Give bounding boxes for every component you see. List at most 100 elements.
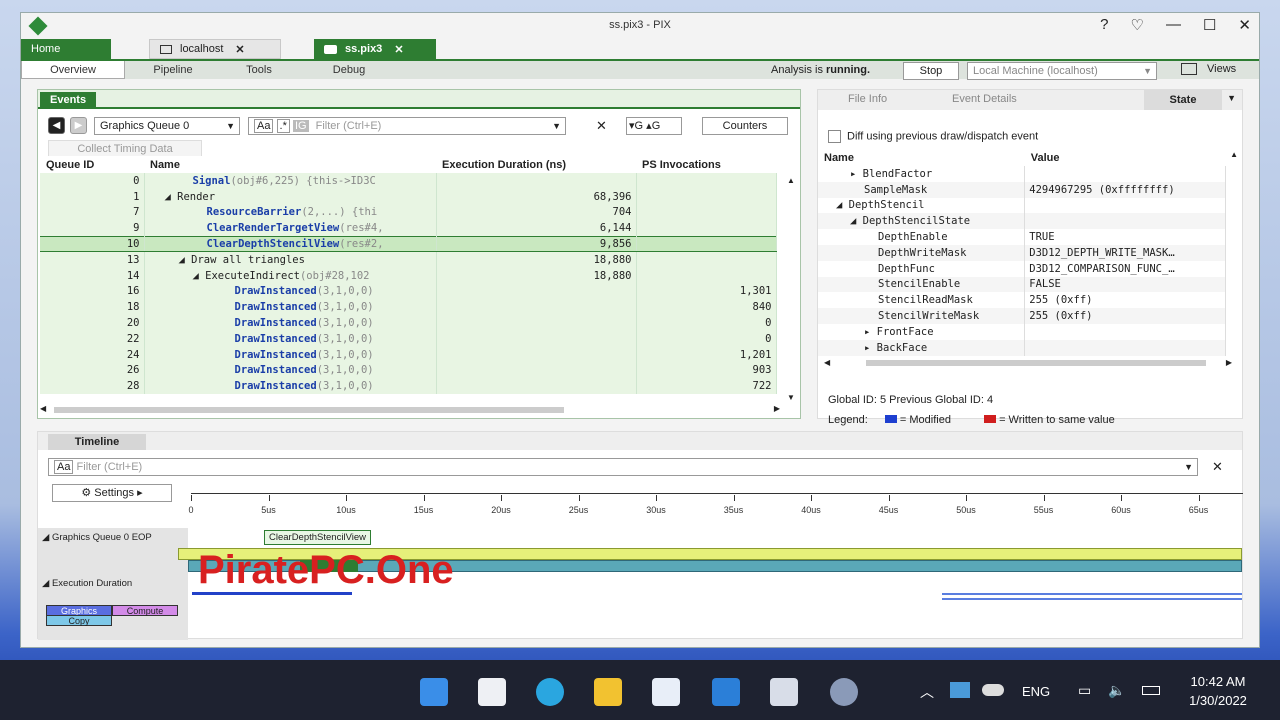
column-header-value[interactable]: Value	[1025, 150, 1226, 166]
stop-button[interactable]: Stop	[903, 62, 959, 80]
chevron-down-icon: ▼	[1184, 462, 1193, 472]
clear-timeline-filter-icon[interactable]: ✕	[1212, 459, 1223, 475]
battery-icon[interactable]	[1142, 686, 1160, 695]
file-explorer-icon[interactable]	[594, 678, 622, 706]
tab-localhost[interactable]: localhost ✕	[149, 39, 281, 59]
timeline-filter[interactable]: Aa Filter (Ctrl+E) ▼	[48, 458, 1198, 476]
tab-ss-pix3[interactable]: ss.pix3 ✕	[314, 39, 436, 59]
start-button[interactable]	[420, 678, 448, 706]
graphics-duration-line[interactable]	[942, 593, 1242, 595]
forward-arrow-icon[interactable]: ▶	[70, 117, 87, 134]
table-row[interactable]: 10 ClearDepthStencilView(res#2, 9,856	[40, 235, 777, 253]
close-window-button[interactable]: ✕	[1238, 16, 1251, 34]
next-g-button[interactable]: ▴G	[646, 120, 660, 132]
help-button[interactable]: ?	[1100, 16, 1108, 34]
security-icon[interactable]	[950, 682, 970, 698]
onedrive-icon[interactable]	[982, 684, 1004, 696]
diff-checkbox[interactable]	[828, 130, 841, 143]
tab-state[interactable]: State	[1144, 90, 1222, 110]
regex-toggle[interactable]: .*	[276, 119, 290, 133]
views-button[interactable]: Views	[1181, 63, 1236, 76]
chevron-up-icon[interactable]: ︿	[920, 682, 934, 702]
chevron-down-icon[interactable]: ▼	[1227, 93, 1236, 103]
timeline-tab[interactable]: Timeline	[48, 434, 146, 450]
table-row[interactable]: 9 ClearRenderTargetView(res#4, 6,144	[40, 220, 777, 237]
state-row[interactable]: ▸ FrontFace	[818, 323, 1226, 340]
state-hscrollbar[interactable]: ◀ ▶	[824, 358, 1232, 368]
tab-home[interactable]: Home	[21, 39, 111, 59]
tab-pipeline[interactable]: Pipeline	[133, 61, 213, 79]
table-row[interactable]: 28 DrawInstanced(3,1,0,0) 722	[40, 378, 777, 395]
close-tab-icon[interactable]: ✕	[394, 43, 403, 56]
state-row[interactable]: StencilWriteMask 255 (0xff)	[818, 308, 1226, 324]
chevron-right-icon: ▸	[137, 487, 143, 499]
column-header[interactable]: PS Invocations	[636, 156, 776, 173]
graphics-duration-line[interactable]	[942, 598, 1242, 600]
ig-toggle[interactable]: IG	[292, 120, 309, 132]
table-row[interactable]: 0 Signal(obj#6,225) {this->ID3C	[40, 173, 777, 189]
tab-file-info[interactable]: File Info	[848, 93, 887, 105]
state-row[interactable]: DepthWriteMask D3D12_DEPTH_WRITE_MASK…	[818, 244, 1226, 261]
column-header-name[interactable]: Name	[818, 150, 1025, 166]
counters-button[interactable]: Counters	[702, 117, 788, 135]
events-filter[interactable]: Aa .* IG Filter (Ctrl+E) ▼	[248, 117, 566, 135]
queue-id-cell: 9	[40, 220, 145, 237]
paint-icon[interactable]	[770, 678, 798, 706]
state-row[interactable]: ▸ BlendFactor	[818, 166, 1226, 182]
state-row[interactable]: ▸ BackFace	[818, 339, 1226, 356]
table-row[interactable]: 24 DrawInstanced(3,1,0,0) 1,201	[40, 346, 777, 363]
table-row[interactable]: 7 ResourceBarrier(2,...) {thi 704	[40, 204, 777, 221]
events-tab[interactable]: Events	[40, 92, 97, 108]
machine-select[interactable]: Local Machine (localhost) ▼	[967, 62, 1157, 80]
tab-debug[interactable]: Debug	[311, 61, 387, 79]
state-row[interactable]: DepthEnable TRUE	[818, 229, 1226, 245]
clock[interactable]: 10:42 AM 1/30/2022	[1180, 674, 1256, 708]
column-header[interactable]: Execution Duration (ns)	[436, 156, 636, 173]
maximize-button[interactable]: ☐	[1203, 16, 1216, 34]
volume-icon[interactable]: 🔈	[1108, 682, 1125, 699]
queue-select[interactable]: Graphics Queue 0 ▼	[94, 117, 240, 135]
match-case-toggle[interactable]: Aa	[54, 460, 74, 474]
state-name-cell: StencilWriteMask	[818, 308, 1026, 324]
state-row[interactable]: StencilReadMask 255 (0xff)	[818, 292, 1226, 309]
clear-filter-icon[interactable]: ✕	[596, 118, 607, 134]
tab-tools[interactable]: Tools	[221, 61, 297, 79]
mail-icon[interactable]	[712, 678, 740, 706]
settings-gear-icon[interactable]	[830, 678, 858, 706]
back-arrow-icon[interactable]: ◀	[48, 117, 65, 134]
table-row[interactable]: 18 DrawInstanced(3,1,0,0) 840	[40, 299, 777, 316]
state-row[interactable]: ◢ DepthStencil	[818, 197, 1226, 214]
network-icon[interactable]: ▭	[1078, 682, 1091, 699]
diff-checkbox-row[interactable]: Diff using previous draw/dispatch event	[828, 130, 1038, 143]
feedback-icon[interactable]: ♡	[1131, 16, 1144, 34]
table-row[interactable]: 20 DrawInstanced(3,1,0,0) 0	[40, 315, 777, 331]
events-scrollbar[interactable]: ▲ ▼	[784, 176, 798, 402]
table-row[interactable]: 26 DrawInstanced(3,1,0,0) 903	[40, 362, 777, 379]
lane-execution-duration[interactable]: ◢ Execution Duration	[42, 578, 132, 589]
events-hscrollbar[interactable]: ◀ ▶	[40, 404, 780, 416]
minimize-button[interactable]: —	[1166, 16, 1181, 34]
state-scrollbar[interactable]: ▲	[1230, 150, 1238, 159]
table-row[interactable]: 16 DrawInstanced(3,1,0,0) 1,301	[40, 283, 777, 300]
table-row[interactable]: 13 ◢ Draw all triangles 18,880	[40, 251, 777, 268]
edge-icon[interactable]	[536, 678, 564, 706]
state-row[interactable]: SampleMask 4294967295 (0xffffffff)	[818, 181, 1226, 198]
table-row[interactable]: 22 DrawInstanced(3,1,0,0) 0	[40, 330, 777, 347]
lane-graphics-queue[interactable]: ◢ Graphics Queue 0 EOP	[42, 532, 152, 543]
prev-g-button[interactable]: ▾G	[629, 120, 643, 132]
column-header[interactable]: Name	[144, 156, 436, 173]
state-row[interactable]: DepthFunc D3D12_COMPARISON_FUNC_…	[818, 260, 1226, 277]
store-icon[interactable]	[652, 678, 680, 706]
state-row[interactable]: ◢ DepthStencilState	[818, 213, 1226, 230]
language-indicator[interactable]: ENG	[1022, 684, 1050, 699]
tab-event-details[interactable]: Event Details	[952, 93, 1017, 105]
match-case-toggle[interactable]: Aa	[254, 119, 274, 133]
column-header[interactable]: Queue ID	[40, 156, 144, 173]
close-tab-icon[interactable]: ✕	[235, 43, 244, 56]
task-view-icon[interactable]	[478, 678, 506, 706]
settings-button[interactable]: ⚙ Settings ▸	[52, 484, 172, 502]
state-row[interactable]: StencilEnable FALSE	[818, 276, 1226, 293]
tab-overview[interactable]: Overview	[21, 61, 125, 79]
table-row[interactable]: 1 ◢ Render 68,396	[40, 188, 777, 205]
table-row[interactable]: 14 ◢ ExecuteIndirect(obj#28,102 18,880	[40, 267, 777, 284]
